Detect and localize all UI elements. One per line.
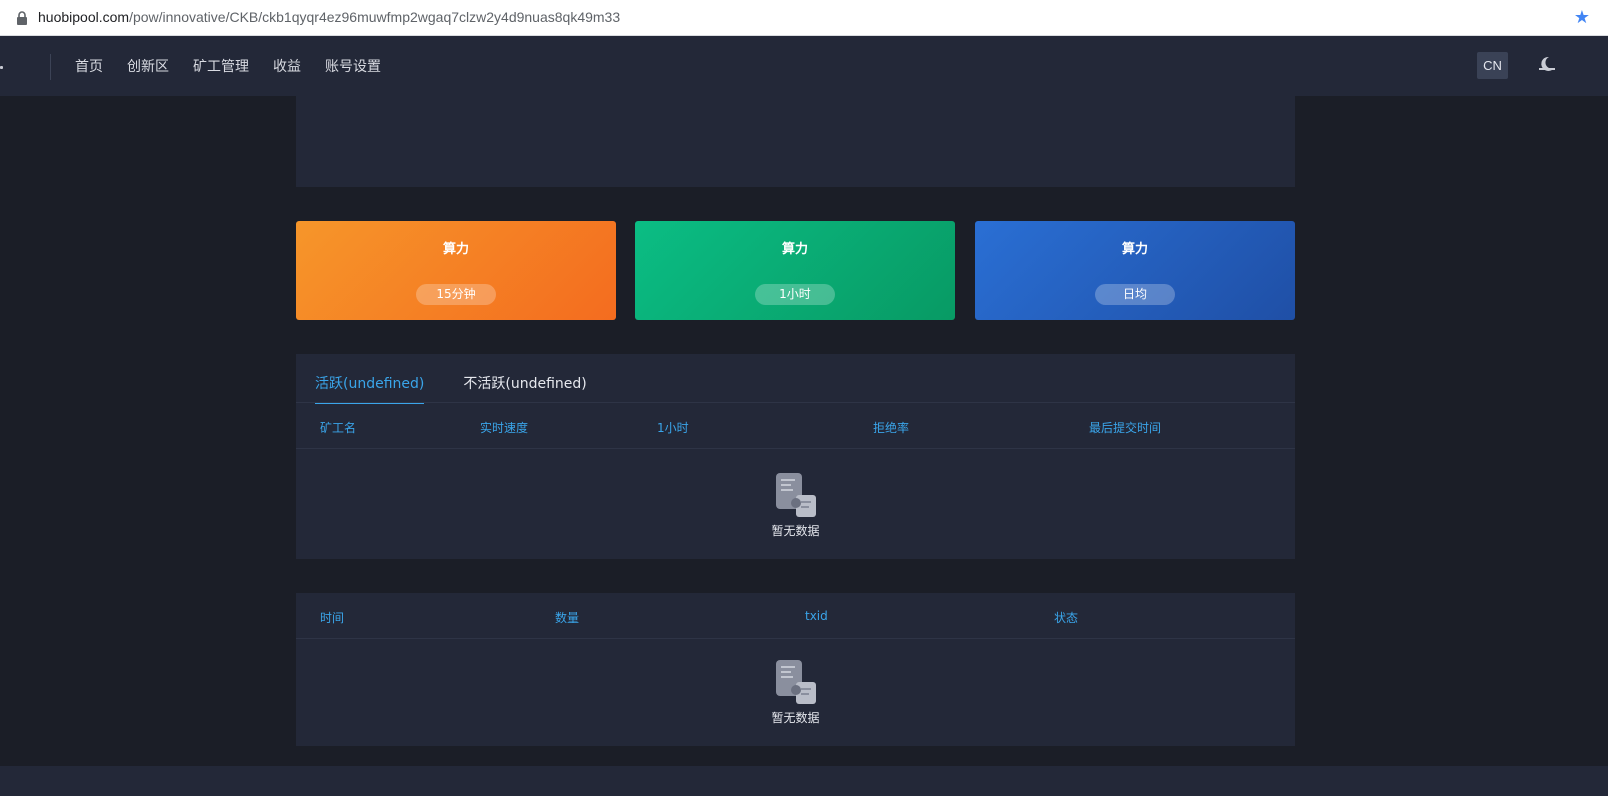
nav-item-earnings[interactable]: 收益 <box>273 56 301 76</box>
hashrate-card-daily[interactable]: 算力 日均 <box>975 221 1295 320</box>
browser-address-bar[interactable]: huobipool.com/pow/innovative/CKB/ckb1qyq… <box>0 0 1608 36</box>
workers-table-header: 矿工名 实时速度 1小时 拒绝率 最后提交时间 <box>296 403 1295 449</box>
empty-text: 暂无数据 <box>771 711 820 725</box>
nav-item-account-settings[interactable]: 账号设置 <box>325 56 381 76</box>
empty-document-icon <box>775 660 816 704</box>
column-header-amount[interactable]: 数量 <box>555 609 579 626</box>
moon-icon[interactable] <box>1538 55 1556 73</box>
nav-item-innovation[interactable]: 创新区 <box>127 56 169 76</box>
tab-inactive-workers[interactable]: 不活跃(undefined) <box>463 373 586 403</box>
workers-panel: 活跃(undefined) 不活跃(undefined) 矿工名 实时速度 1小… <box>296 354 1295 559</box>
url-text[interactable]: huobipool.com/pow/innovative/CKB/ckb1qyq… <box>38 9 620 25</box>
hashrate-cards: 算力 15分钟 算力 1小时 算力 日均 <box>296 221 1295 320</box>
nav-item-miner-management[interactable]: 矿工管理 <box>193 56 249 76</box>
column-header-reject-rate[interactable]: 拒绝率 <box>873 419 909 436</box>
hashrate-card-15min[interactable]: 算力 15分钟 <box>296 221 616 320</box>
url-path: /pow/innovative/CKB/ckb1qyqr4ez96muwfmp2… <box>129 9 621 25</box>
url-host: huobipool.com <box>38 9 130 25</box>
top-navbar: 首页 创新区 矿工管理 收益 账号设置 CN <box>0 36 1608 96</box>
lock-icon <box>17 11 27 25</box>
worker-tabs: 活跃(undefined) 不活跃(undefined) <box>315 373 587 404</box>
card-title: 算力 <box>1121 242 1148 257</box>
tab-active-workers[interactable]: 活跃(undefined) <box>315 373 425 404</box>
column-header-1h[interactable]: 1小时 <box>657 419 689 436</box>
hashrate-card-1h[interactable]: 算力 1小时 <box>635 221 955 320</box>
bookmark-star-icon[interactable]: ★ <box>1574 7 1590 28</box>
logo[interactable] <box>0 66 3 69</box>
card-title: 算力 <box>442 242 469 257</box>
column-header-last-submit-time[interactable]: 最后提交时间 <box>1089 419 1161 436</box>
payments-table-header: 时间 数量 txid 状态 <box>296 593 1295 639</box>
language-button[interactable]: CN <box>1477 52 1508 79</box>
nav-divider <box>50 54 51 80</box>
empty-text: 暂无数据 <box>771 524 820 538</box>
empty-state: 暂无数据 <box>296 471 1295 539</box>
top-panel <box>296 96 1295 187</box>
column-header-worker-name[interactable]: 矿工名 <box>320 419 356 436</box>
nav-menu: 首页 创新区 矿工管理 收益 账号设置 <box>75 56 381 76</box>
footer-strip <box>0 766 1608 796</box>
card-title: 算力 <box>781 242 808 257</box>
card-period-badge: 15分钟 <box>416 284 496 305</box>
card-period-badge: 日均 <box>1095 284 1175 305</box>
empty-state: 暂无数据 <box>296 658 1295 726</box>
nav-item-home[interactable]: 首页 <box>75 56 103 76</box>
card-period-badge: 1小时 <box>755 284 835 305</box>
column-header-realtime-speed[interactable]: 实时速度 <box>480 419 528 436</box>
column-header-time[interactable]: 时间 <box>320 609 344 626</box>
empty-document-icon <box>775 473 816 517</box>
column-header-txid[interactable]: txid <box>805 609 828 623</box>
payments-panel: 时间 数量 txid 状态 暂无数据 <box>296 593 1295 746</box>
column-header-status[interactable]: 状态 <box>1054 609 1078 626</box>
